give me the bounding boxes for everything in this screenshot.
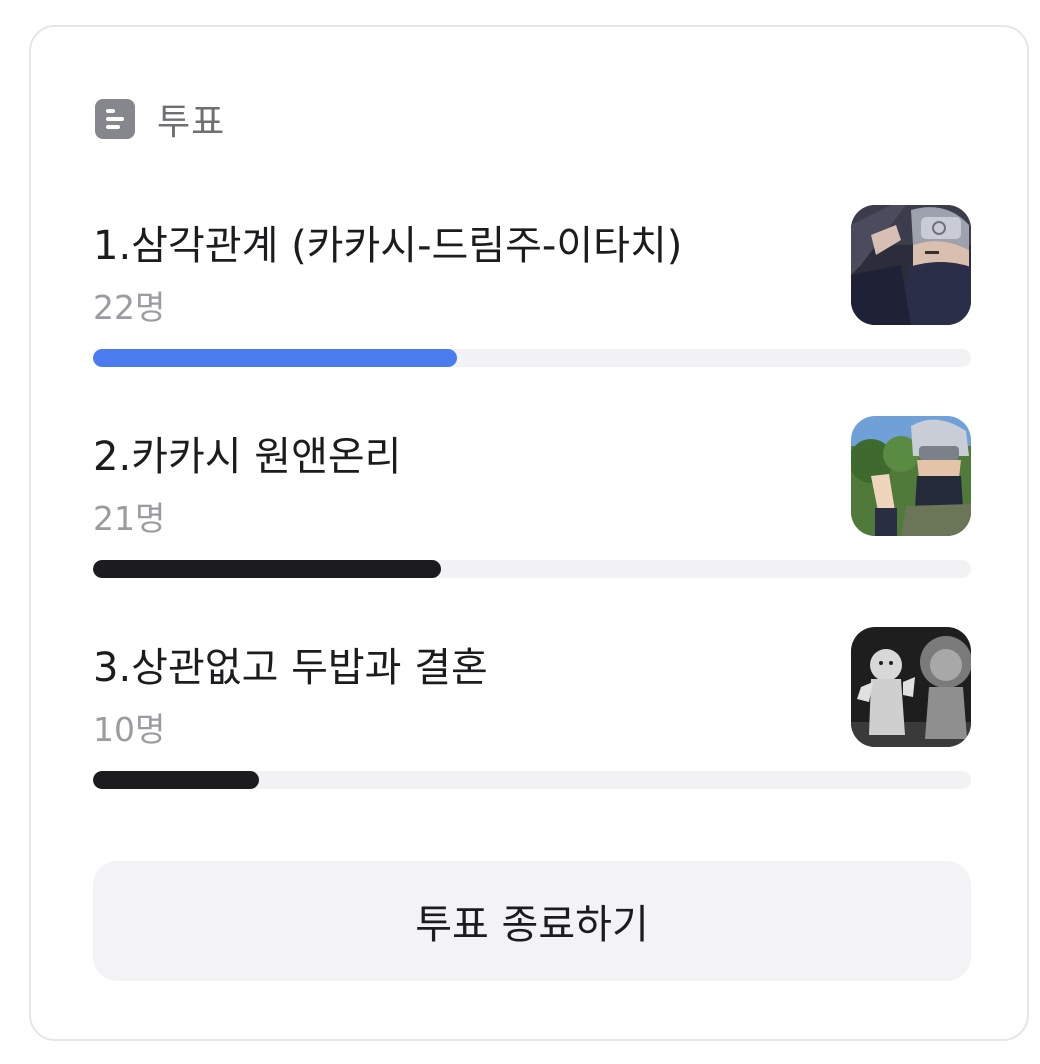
poll-title: 투표 bbox=[157, 102, 226, 143]
vote-progress-bar bbox=[93, 771, 971, 789]
option-label: 1.삼각관계 (카카시-드림주-이타치) bbox=[93, 223, 683, 269]
option-label: 2.카카시 원앤온리 bbox=[93, 434, 402, 480]
poll-option-3[interactable]: 3.상관없고 두밥과 결혼 10명 bbox=[93, 627, 971, 797]
kakashi-waving-thumbnail bbox=[851, 416, 971, 536]
vote-progress-fill bbox=[93, 560, 441, 578]
vote-progress-fill bbox=[93, 771, 259, 789]
end-poll-button[interactable]: 투표 종료하기 bbox=[93, 861, 971, 981]
vote-progress-bar bbox=[93, 560, 971, 578]
option-label: 3.상관없고 두밥과 결혼 bbox=[93, 645, 488, 691]
poll-list-icon bbox=[95, 99, 135, 139]
option-vote-count: 22명 bbox=[93, 288, 166, 327]
poll-header: 투표 bbox=[95, 97, 225, 143]
vote-progress-bar bbox=[93, 349, 971, 367]
poll-option-2[interactable]: 2.카카시 원앤온리 21명 bbox=[93, 416, 971, 586]
dog-and-lion-thumbnail bbox=[851, 627, 971, 747]
vote-progress-fill bbox=[93, 349, 458, 367]
kakashi-masked-thumbnail bbox=[851, 205, 971, 325]
poll-card: 투표 1.삼각관계 (카카시-드림주-이타치) 22명 2.카카시 원앤온리 2… bbox=[29, 25, 1029, 1041]
option-vote-count: 21명 bbox=[93, 499, 166, 538]
poll-option-1[interactable]: 1.삼각관계 (카카시-드림주-이타치) 22명 bbox=[93, 205, 971, 375]
option-vote-count: 10명 bbox=[93, 710, 166, 749]
